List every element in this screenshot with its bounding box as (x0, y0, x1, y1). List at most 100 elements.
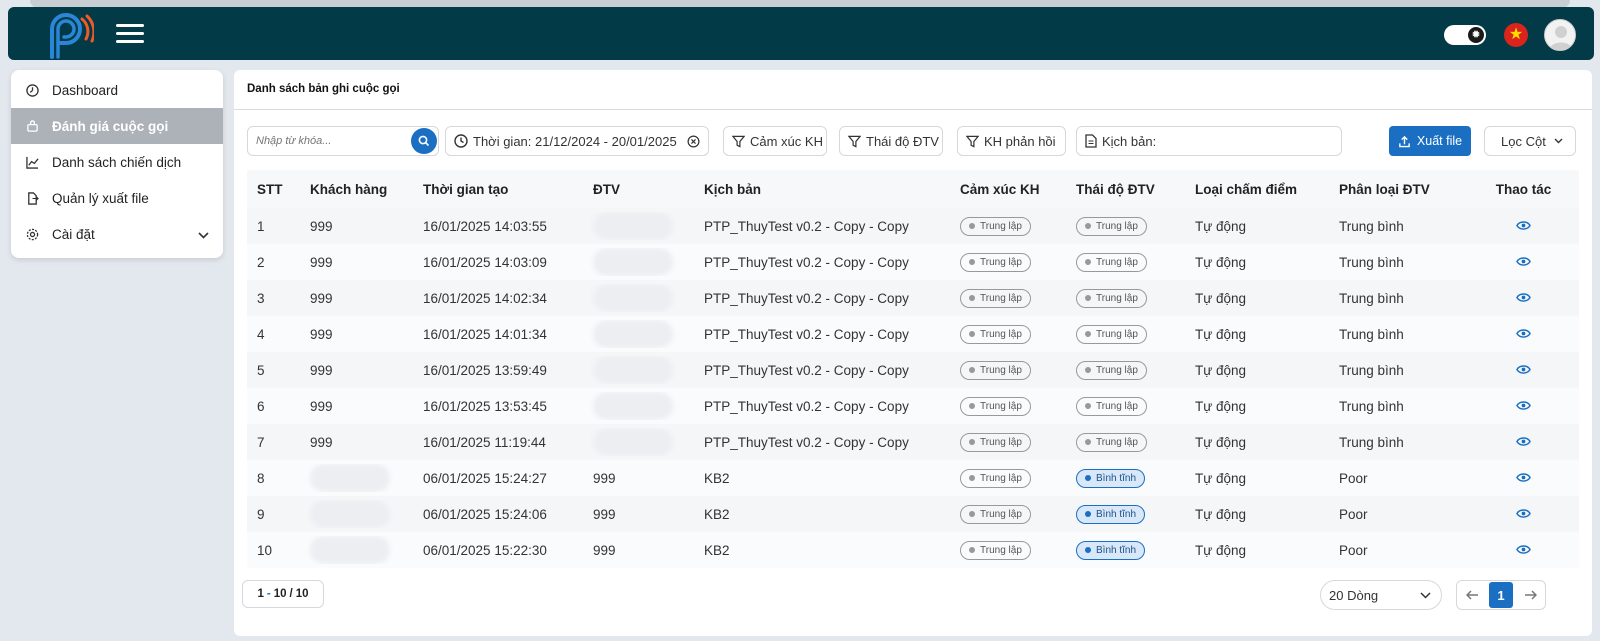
table-cell: PTP_ThuyTest v0.2 - Copy - Copy (704, 290, 909, 306)
rows-per-page-select[interactable]: 20 Dòng (1320, 580, 1442, 610)
status-badge-label: Trung lập (980, 220, 1022, 232)
chevron-down-icon (1554, 138, 1563, 144)
table-row[interactable]: 9 06/01/2025 15:24:06 999 KB2 Trung lập Bình … (247, 496, 1579, 532)
column-filter-button[interactable]: Lọc Cột (1484, 126, 1576, 156)
table-row[interactable]: 5 999 16/01/2025 13:59:49 PTP_ThuyTest v0.2… (247, 352, 1579, 388)
upload-icon (1398, 135, 1411, 148)
view-eye-icon[interactable] (1516, 220, 1531, 231)
vn-flag-icon[interactable]: ★ (1504, 23, 1528, 47)
status-badge-label: Bình tĩnh (1096, 472, 1137, 484)
column-header[interactable]: Khách hàng (300, 182, 413, 197)
table-row[interactable]: 10 06/01/2025 15:22:30 999 KB2 Trung lập Bình… (247, 532, 1579, 568)
column-header[interactable]: Cảm xúc KH (950, 182, 1066, 197)
table-cell: 999 (310, 362, 333, 378)
status-dot (969, 475, 975, 481)
table-cell: 10 (257, 542, 273, 558)
view-eye-icon[interactable] (1516, 328, 1531, 339)
view-eye-icon[interactable] (1516, 508, 1531, 519)
table-row[interactable]: 6 999 16/01/2025 13:53:45 PTP_ThuyTest v0.2… (247, 388, 1579, 424)
sidebar-item-campaigns[interactable]: Danh sách chiến dịch (11, 144, 223, 180)
time-range-filter[interactable]: Thời gian: 21/12/2024 - 20/01/2025 (445, 126, 709, 156)
view-eye-icon[interactable] (1516, 364, 1531, 375)
table-cell: 16/01/2025 13:59:49 (423, 362, 547, 378)
script-filter[interactable]: Kịch bản: (1076, 126, 1342, 156)
table-cell: 9 (257, 506, 265, 522)
column-header[interactable]: Thời gian tạo (413, 182, 583, 197)
range-slash: / (289, 588, 293, 600)
attitude-filter[interactable]: Thái độ ĐTV (839, 126, 943, 156)
column-header[interactable]: ĐTV (583, 182, 694, 197)
theme-toggle[interactable]: ✹ (1444, 25, 1486, 45)
table-row[interactable]: 2 999 16/01/2025 14:03:09 PTP_ThuyTest v0.2… (247, 244, 1579, 280)
menu-toggle-button[interactable] (116, 24, 144, 44)
emotion-filter-label: Cảm xúc KH (750, 133, 823, 149)
table-cell: Tự động (1195, 506, 1247, 522)
view-eye-icon[interactable] (1516, 472, 1531, 483)
table-row[interactable]: 1 999 16/01/2025 14:03:55 PTP_ThuyTest v0.2… (247, 208, 1579, 244)
emotion-cell: Trung lập (950, 288, 1066, 308)
table-cell: 06/01/2025 15:24:27 (423, 470, 547, 486)
range-start: 1 (257, 588, 264, 600)
view-eye-icon[interactable] (1516, 292, 1531, 303)
view-eye-icon[interactable] (1516, 256, 1531, 267)
column-header[interactable]: STT (247, 182, 300, 197)
table-row[interactable]: 7 999 16/01/2025 11:19:44 PTP_ThuyTest v0.2… (247, 424, 1579, 460)
attitude-filter-label: Thái độ ĐTV (866, 133, 939, 149)
redacted-cell (300, 500, 413, 528)
table-cell: 1 (257, 218, 265, 234)
column-header[interactable]: Loại chấm điểm (1185, 182, 1329, 197)
feedback-filter[interactable]: KH phản hồi (957, 126, 1066, 156)
sidebar-item-dashboard[interactable]: Dashboard (11, 72, 223, 108)
view-eye-icon[interactable] (1516, 436, 1531, 447)
sidebar-item-file-export[interactable]: Quản lý xuất file (11, 180, 223, 216)
current-page-button[interactable]: 1 (1489, 582, 1513, 608)
status-dot (1085, 547, 1091, 553)
table-cell: 999 (593, 470, 616, 486)
table-row[interactable]: 3 999 16/01/2025 14:02:34 PTP_ThuyTest v0.2… (247, 280, 1579, 316)
emotion-cell: Trung lập (950, 540, 1066, 560)
status-badge: Trung lập (960, 396, 1031, 416)
actions-cell (1468, 363, 1579, 378)
prev-page-button[interactable] (1461, 582, 1483, 608)
clear-icon[interactable] (687, 135, 700, 148)
table-cell: 16/01/2025 13:53:45 (423, 398, 547, 414)
table-row[interactable]: 8 06/01/2025 15:24:27 999 KB2 Trung lập Bình … (247, 460, 1579, 496)
status-badge-label: Trung lập (1096, 220, 1138, 232)
redacted-value (593, 320, 673, 348)
table-cell: 3 (257, 290, 265, 306)
table-cell: PTP_ThuyTest v0.2 - Copy - Copy (704, 254, 909, 270)
emotion-filter[interactable]: Cảm xúc KH (723, 126, 827, 156)
table-cell: Poor (1339, 542, 1368, 558)
table-cell: 999 (310, 218, 333, 234)
sidebar-item-call-review[interactable]: Đánh giá cuộc gọi (11, 108, 223, 144)
redacted-cell (583, 392, 694, 420)
status-dot (969, 403, 975, 409)
settings-icon (25, 227, 39, 241)
app-logo-icon[interactable] (42, 11, 94, 59)
actions-cell (1468, 435, 1579, 450)
status-dot (1085, 403, 1091, 409)
next-page-button[interactable] (1519, 582, 1541, 608)
view-eye-icon[interactable] (1516, 400, 1531, 411)
sidebar-item-settings[interactable]: Cài đặt (11, 216, 223, 252)
view-eye-icon[interactable] (1516, 544, 1531, 555)
redacted-value (593, 248, 673, 276)
arrow-left-icon (1465, 590, 1478, 600)
column-header[interactable]: Thái độ ĐTV (1066, 182, 1185, 197)
table-cell: Tự động (1195, 254, 1247, 270)
table-cell: Trung bình (1339, 254, 1404, 270)
status-badge: Trung lập (960, 288, 1031, 308)
search-button[interactable] (411, 128, 437, 154)
user-avatar[interactable] (1544, 19, 1576, 51)
table-cell: Trung bình (1339, 290, 1404, 306)
column-header[interactable]: Kịch bản (694, 182, 950, 197)
column-header[interactable]: Phân loại ĐTV (1329, 182, 1468, 197)
hamburger-line (116, 32, 144, 35)
search-box[interactable] (247, 126, 439, 156)
table-cell: Tự động (1195, 362, 1247, 378)
export-button[interactable]: Xuất file (1389, 126, 1471, 156)
search-input[interactable] (256, 135, 406, 147)
table-row[interactable]: 4 999 16/01/2025 14:01:34 PTP_ThuyTest v0.2… (247, 316, 1579, 352)
sidebar-menu: Dashboard Đánh giá cuộc gọi Danh sách ch… (11, 70, 223, 258)
table-cell: 16/01/2025 14:02:34 (423, 290, 547, 306)
